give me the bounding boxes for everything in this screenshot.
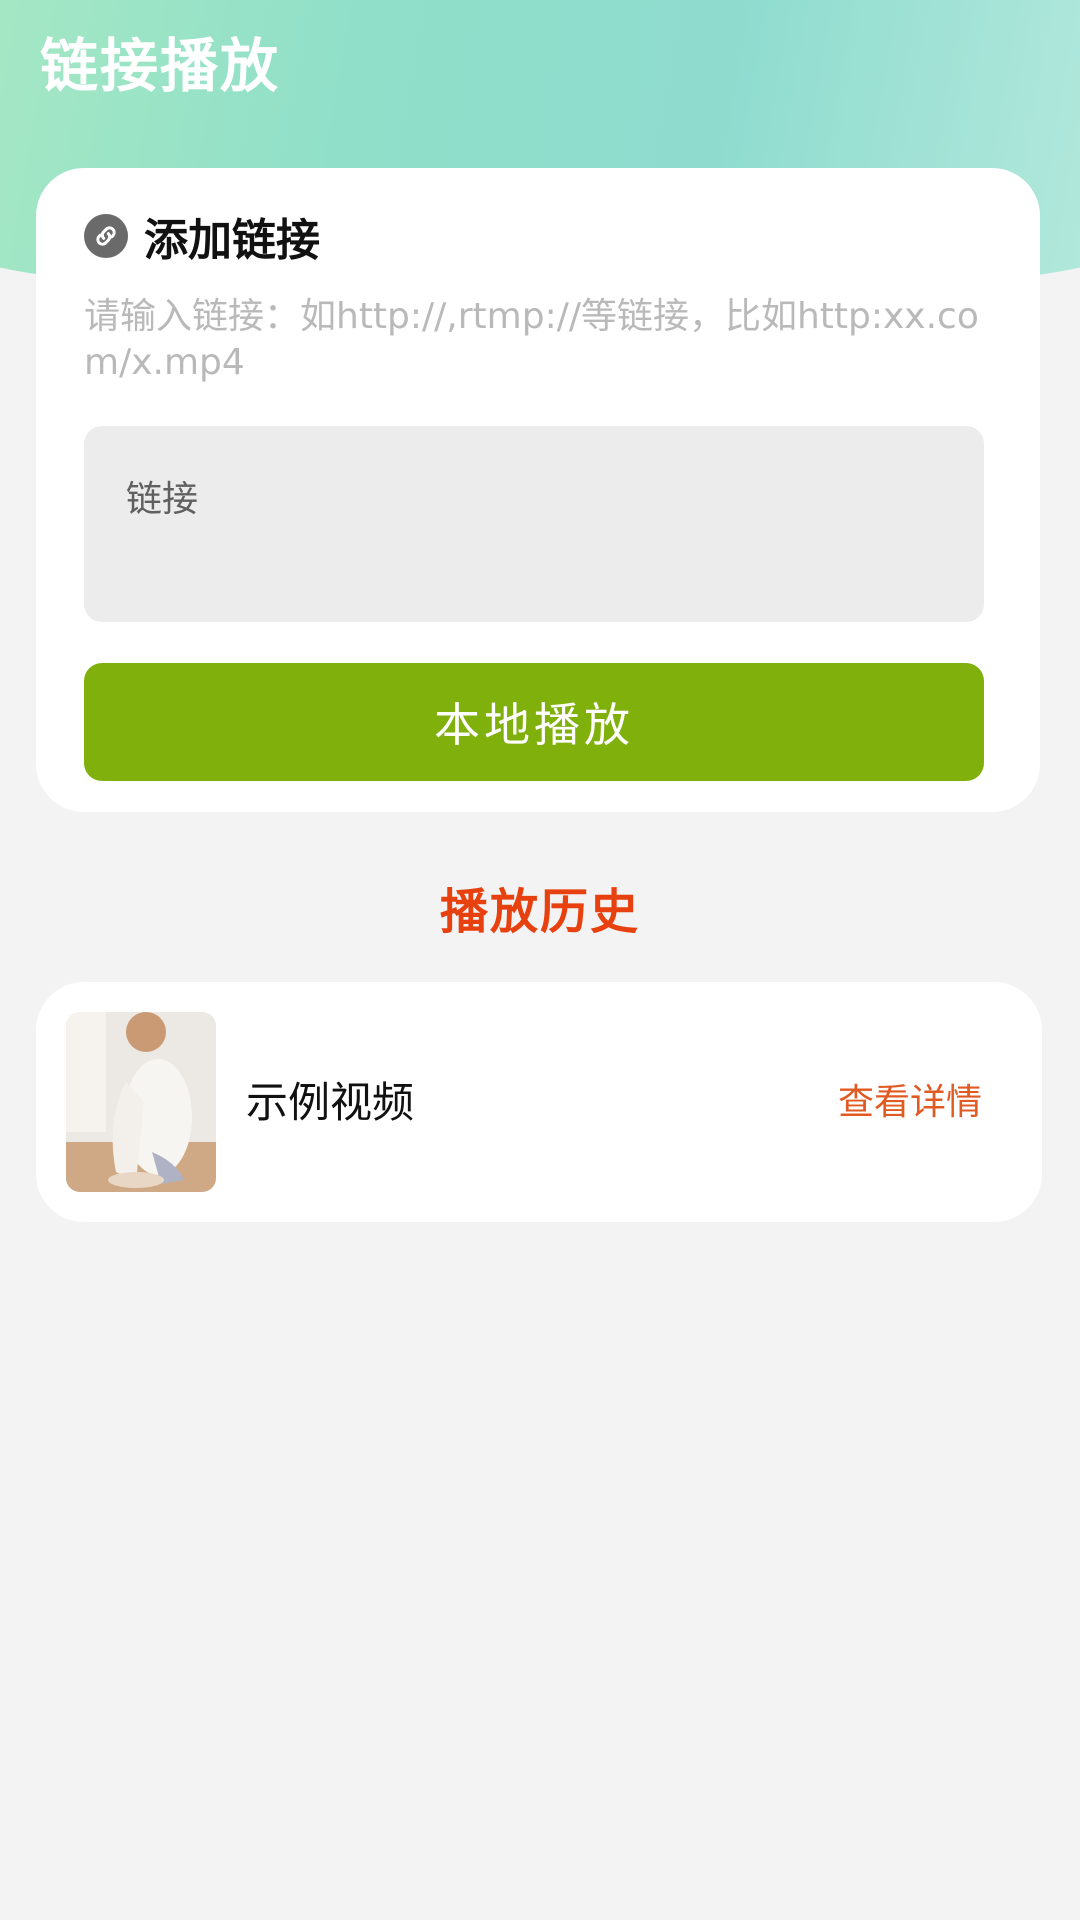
view-detail-link[interactable]: 查看详情 [838, 1080, 982, 1126]
add-link-card: 添加链接 请输入链接：如http://,rtmp://等链接，比如http:xx… [36, 168, 1040, 812]
history-video-name: 示例视频 [246, 1078, 415, 1127]
page-title: 链接播放 [40, 32, 281, 100]
link-input-placeholder: 链接 [126, 479, 199, 520]
video-thumbnail [66, 1012, 216, 1192]
history-item[interactable]: 示例视频 查看详情 [36, 982, 1042, 1222]
link-input[interactable]: 链接 [84, 426, 984, 622]
link-hint-text: 请输入链接：如http://,rtmp://等链接，比如http:xx.com/… [84, 296, 979, 383]
add-link-header: 添加链接 [84, 204, 320, 268]
history-title: 播放历史 [439, 884, 640, 940]
local-play-button[interactable]: 本地播放 [84, 663, 984, 781]
add-link-title: 添加链接 [144, 215, 320, 266]
link-icon [84, 214, 128, 258]
